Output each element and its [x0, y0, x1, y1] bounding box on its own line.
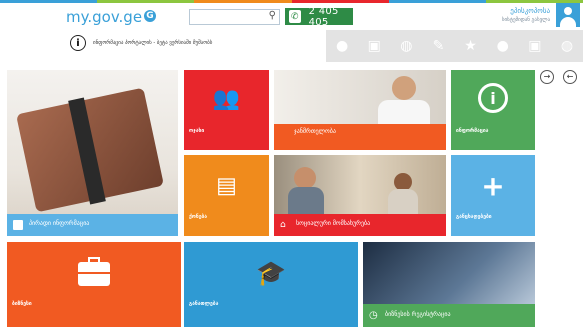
user-card-icon [13, 220, 23, 230]
user-icon[interactable]: ● [487, 30, 519, 62]
tile-family[interactable]: 👥 ოჯახი [184, 70, 269, 150]
tile-property-label: ქონება [189, 214, 208, 220]
search-icon[interactable]: ⚲ [269, 10, 276, 21]
tile-social[interactable]: ⌂ სოციალური მომსახურება [274, 155, 446, 236]
home-icon: ⌂ [280, 220, 286, 230]
tile-information-label: ინფორმაცია [456, 128, 489, 134]
family-icon: 👥 [212, 86, 241, 112]
tile-property[interactable]: ▤ ქონება [184, 155, 269, 236]
tile-education[interactable]: 🎓 განათლება [184, 242, 358, 327]
top-color-stripe [0, 0, 583, 3]
tile-information[interactable]: i ინფორმაცია [451, 70, 535, 150]
notice-text: ინფორმაცია პორტალის - ბეტა ვერსიაში მუშა… [93, 40, 213, 46]
tile-health[interactable]: ჯანმრთელობა [274, 70, 446, 150]
documents-icon: ▤ [216, 173, 237, 199]
globe-icon[interactable]: ◍ [390, 30, 422, 62]
tile-applications-label: განცხადებები [456, 214, 492, 220]
quick-icon-bar: ● ▣ ◍ ✎ ★ ● ▣ ◍ [326, 30, 583, 62]
tile-education-label: განათლება [189, 301, 219, 307]
person-icon[interactable]: ● [326, 30, 358, 62]
next-arrow-button[interactable]: → [540, 70, 554, 84]
avatar[interactable] [556, 3, 580, 27]
tile-business-registration-label: ბიზნესის რეგისტრაცია [385, 311, 451, 318]
user-name: ეპისკოპოსა [510, 7, 550, 15]
tile-family-label: ოჯახი [189, 128, 205, 134]
tile-applications[interactable]: + განცხადებები [451, 155, 535, 236]
tile-business[interactable]: ბიზნესი [7, 242, 181, 327]
world-icon[interactable]: ◍ [551, 30, 583, 62]
phone-icon: ✆ [289, 10, 301, 23]
tile-business-label: ბიზნესი [12, 301, 32, 307]
tile-private-info-label: პირადი ინფორმაცია [29, 220, 90, 227]
hotline-button[interactable]: ✆ 2 405 405 [285, 5, 353, 28]
info-circle-icon: i [478, 83, 508, 113]
info-icon: i [70, 35, 86, 51]
city-network-photo [363, 242, 535, 304]
hotline-number: 2 405 405 [308, 5, 339, 28]
star-icon[interactable]: ★ [455, 30, 487, 62]
tile-health-label: ჯანმრთელობა [294, 128, 336, 135]
plus-icon: + [481, 169, 505, 203]
graduation-cap-icon: 🎓 [256, 258, 286, 287]
briefcase-icon [78, 257, 110, 286]
clock-icon: ◷ [369, 310, 378, 321]
logo-badge-icon: G [144, 10, 156, 22]
search-input[interactable]: ⚲ [189, 9, 280, 25]
id-card-icon[interactable]: ▣ [358, 30, 390, 62]
tile-private-info[interactable]: პირადი ინფორმაცია [7, 70, 178, 236]
site-logo[interactable]: my.gov.ge [66, 8, 142, 26]
document-icon[interactable]: ▣ [519, 30, 551, 62]
tile-social-label: სოციალური მომსახურება [296, 220, 371, 227]
prev-arrow-button[interactable]: ← [563, 70, 577, 84]
tile-business-registration[interactable]: ◷ ბიზნესის რეგისტრაცია [363, 242, 535, 327]
user-menu[interactable]: ეპისკოპოსა სისტემიდან გასვლა [502, 7, 550, 25]
tools-icon[interactable]: ✎ [422, 30, 454, 62]
logout-link[interactable]: სისტემიდან გასვლა [502, 16, 550, 25]
